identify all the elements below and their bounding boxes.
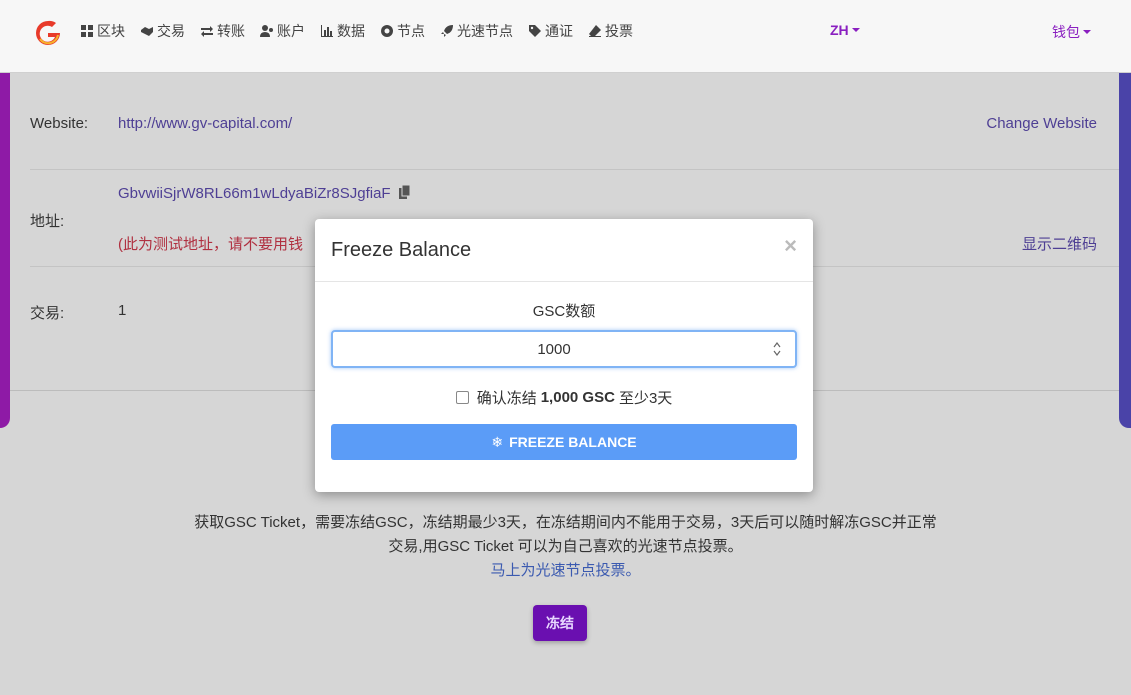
confirm-amount: 1,000 GSC <box>540 389 615 406</box>
nav-label: 区块 <box>97 23 125 39</box>
test-address-warning: (此为测试地址，请不要用钱 <box>118 236 303 253</box>
website-link[interactable]: http://www.gv-capital.com/ <box>118 115 292 132</box>
address-label: 地址: <box>30 213 65 230</box>
confirm-suffix: 至少3天 <box>618 390 673 407</box>
transactions-count: 1 <box>118 302 127 319</box>
nav-label: 节点 <box>397 23 425 39</box>
modal-title: Freeze Balance <box>331 239 472 261</box>
nav-item-vote[interactable]: 投票 <box>588 22 633 40</box>
nav-item-transactions[interactable]: 交易 <box>140 22 185 40</box>
nav-links: 区块 交易 转账 账户 数据 节点 光速节点 通证 投票 <box>80 22 648 40</box>
right-accent-bar <box>1119 73 1131 428</box>
exchange-icon <box>201 26 213 37</box>
eraser-icon <box>589 25 601 37</box>
caret-down-icon <box>1083 30 1091 34</box>
freeze-balance-label: FREEZE BALANCE <box>509 434 637 450</box>
nav-label: 通证 <box>545 23 573 39</box>
info-line-2: 交易,用GSC Ticket 可以为自己喜欢的光速节点投票。 <box>388 538 743 555</box>
nav-item-lightspeed-nodes[interactable]: 光速节点 <box>440 22 513 40</box>
vote-now-link[interactable]: 马上为光速节点投票。 <box>0 559 1131 583</box>
amount-label: GSC数额 <box>532 303 596 320</box>
nav-item-transfer[interactable]: 转账 <box>200 22 245 40</box>
nav-label: 交易 <box>157 23 185 39</box>
address-value: GbvwiiSjrW8RL66m1wLdyaBiZr8SJgfiaF <box>118 184 412 202</box>
confirm-checkbox[interactable] <box>455 391 469 404</box>
confirm-freeze-row: 确认冻结 1,000 GSC 至少3天 <box>315 387 813 408</box>
wallet-dropdown[interactable]: 钱包 <box>1052 22 1091 42</box>
nav-item-data[interactable]: 数据 <box>320 22 365 40</box>
amount-input[interactable] <box>331 330 797 368</box>
users-icon <box>260 25 273 37</box>
change-website-link[interactable]: Change Website <box>986 115 1097 132</box>
tag-icon <box>529 25 541 37</box>
freeze-info: 获取GSC Ticket，需要冻结GSC，冻结期最少3天，在冻结期间内不能用于交… <box>0 511 1131 583</box>
confirm-prefix: 确认冻结 <box>476 390 537 407</box>
circle-dot-icon <box>381 25 393 37</box>
website-row: Website: http://www.gv-capital.com/ Chan… <box>30 73 1119 170</box>
nav-label: 数据 <box>337 23 365 39</box>
copy-icon[interactable] <box>398 184 412 200</box>
bar-chart-icon <box>321 25 333 37</box>
freeze-balance-button[interactable]: ❄ FREEZE BALANCE <box>331 424 797 460</box>
caret-down-icon <box>851 28 860 32</box>
nav-label: 投票 <box>605 23 633 39</box>
nav-item-blocks[interactable]: 区块 <box>80 22 125 40</box>
language-label: ZH <box>830 22 849 38</box>
language-dropdown[interactable]: ZH <box>830 22 860 38</box>
nav-label: 转账 <box>217 23 245 39</box>
rocket-icon <box>441 25 453 37</box>
snowflake-icon: ❄ <box>491 433 504 450</box>
handshake-icon <box>141 27 153 36</box>
grid-icon <box>81 25 93 37</box>
nav-label: 账户 <box>277 23 305 39</box>
info-line-1: 获取GSC Ticket，需要冻结GSC，冻结期最少3天，在冻结期间内不能用于交… <box>194 514 937 531</box>
freeze-balance-modal: Freeze Balance × GSC数额 确认冻结 1,000 GSC 至少… <box>315 219 813 492</box>
modal-header: Freeze Balance × <box>315 219 813 282</box>
nav-item-nodes[interactable]: 节点 <box>380 22 425 40</box>
nav-item-tokens[interactable]: 通证 <box>528 22 573 40</box>
top-navbar: 区块 交易 转账 账户 数据 节点 光速节点 通证 投票 ZH 钱包 <box>0 0 1131 73</box>
transactions-label: 交易: <box>30 305 65 322</box>
wallet-label: 钱包 <box>1052 24 1080 40</box>
left-accent-bar <box>0 73 10 428</box>
show-qr-code-link[interactable]: 显示二维码 <box>1022 233 1097 254</box>
close-icon[interactable]: × <box>784 233 797 259</box>
address-text: GbvwiiSjrW8RL66m1wLdyaBiZr8SJgfiaF <box>118 185 391 202</box>
freeze-button[interactable]: 冻结 <box>533 605 587 641</box>
number-spinner-icon[interactable] <box>772 341 782 357</box>
nav-item-accounts[interactable]: 账户 <box>260 22 305 40</box>
gsc-logo[interactable] <box>34 19 62 47</box>
nav-label: 光速节点 <box>457 23 513 39</box>
website-label: Website: <box>30 115 89 132</box>
